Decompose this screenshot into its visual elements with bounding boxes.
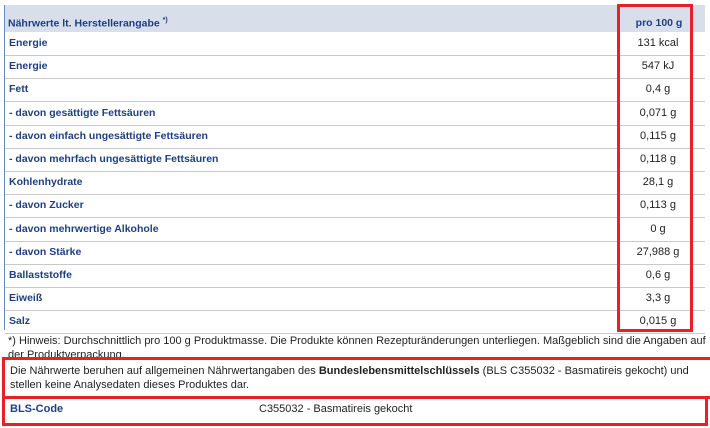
footnote: *) Hinweis: Durchschnittlich pro 100 g P… [8,335,706,358]
nutrient-label: Salz [9,315,31,328]
bls-note-box: Die Nährwerte beruhen auf allgemeinen Nä… [2,357,710,399]
nutrient-label: - davon mehrwertige Alkohole [9,222,159,235]
nutrient-label: Fett [9,83,29,96]
table-row: Energie 547 kJ [5,55,705,80]
table-row: Fett 0,4 g [5,78,705,103]
nutrient-label: Ballaststoffe [9,269,73,281]
nutrient-label: - davon Stärke [9,245,82,258]
table-row: Eiweiß 3,3 g [5,287,705,312]
bls-note: Die Nährwerte beruhen auf allgemeinen Nä… [10,365,689,391]
table-row: - davon mehrwertige Alkohole 0 g [5,218,705,242]
table-row: Salz 0,015 g [5,310,705,335]
nutrient-label: - davon Zucker [9,199,84,212]
table-row: - davon gesättigte Fettsäuren 0,071 g [5,102,705,126]
nutrient-label: Eiweiß [9,292,43,305]
nutrient-label: Energie [9,60,48,73]
table-row: Energie 131 kcal [5,32,705,56]
highlight-box-values [617,4,693,332]
nutrient-label: Kohlenhydrate [9,176,83,189]
table-row: Kohlenhydrate 28,1 g [5,171,705,196]
table-row: - davon mehrfach ungesättigte Fettsäuren… [5,148,705,172]
table-header: Nährwerte lt. Herstellerangabe *) pro 10… [5,5,705,32]
nutrient-label: Energie [9,37,48,49]
table-row: Ballaststoffe 0,6 g [5,264,705,288]
table-row: - davon Stärke 27,988 g [5,241,705,265]
bls-code-value: C355032 - Basmatireis gekocht [259,403,413,415]
nutrient-label: - davon einfach ungesättigte Fettsäuren [9,129,208,142]
nutrient-label: - davon gesättigte Fettsäuren [9,106,156,119]
header-title: Nährwerte lt. Herstellerangabe *) [8,16,168,30]
bls-code-row: BLS-Code C355032 - Basmatireis gekocht [2,396,708,426]
table-row: - davon einfach ungesättigte Fettsäuren 0… [5,125,705,149]
nutrient-label: - davon mehrfach ungesättigte Fettsäuren [9,153,219,165]
bls-code-label: BLS-Code [10,403,64,415]
table-row: - davon Zucker 0,113 g [5,194,705,219]
